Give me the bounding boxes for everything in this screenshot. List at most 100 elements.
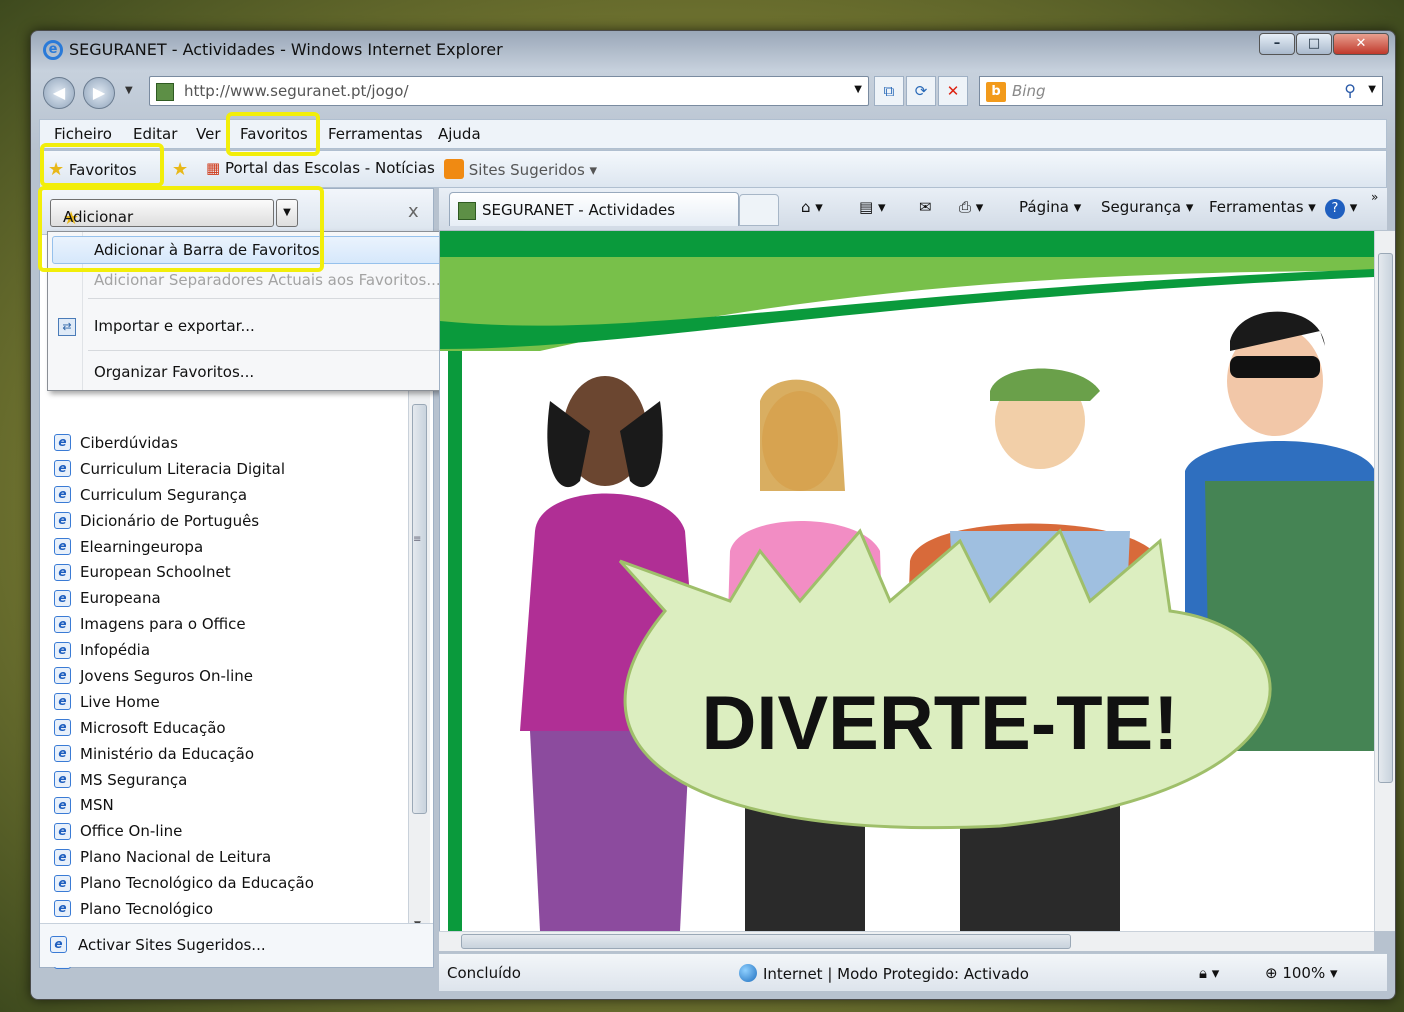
security-menu[interactable]: Segurança ▾ xyxy=(1101,198,1193,216)
favorite-item-label: MSN xyxy=(80,796,114,815)
favorites-bar: ★ Favoritos ★ ▦ Portal das Escolas - Not… xyxy=(39,150,1387,188)
suggested-sites-link[interactable]: Sites Sugeridos ▾ xyxy=(444,159,597,179)
menu-ajuda[interactable]: Ajuda xyxy=(438,125,481,143)
favorite-item[interactable]: e Imagens para o Office xyxy=(54,611,314,637)
favorite-item-label: Elearningeuropa xyxy=(80,537,204,556)
menu-bar: Ficheiro Editar Ver Favoritos Ferramenta… xyxy=(39,119,1387,149)
organize-favorites-item[interactable]: Organizar Favoritos... xyxy=(94,363,254,381)
portal-link[interactable]: ▦ Portal das Escolas - Notícias xyxy=(206,159,435,177)
ie-icon: e xyxy=(54,460,71,478)
favorite-item-label: Europeana xyxy=(80,589,161,608)
favorites-scrollbar[interactable]: ≡ ▼ xyxy=(408,384,430,934)
favorite-item-label: Dicionário de Português xyxy=(80,511,260,530)
page-menu[interactable]: Página ▾ xyxy=(1019,198,1081,216)
search-box[interactable]: b Bing ⚲ ▼ xyxy=(979,76,1383,106)
feeds-icon[interactable]: ▤ ▾ xyxy=(859,198,885,216)
favorites-list: e Ciberdúvidas e Curriculum Literacia Digit… xyxy=(54,430,314,974)
close-button[interactable]: ✕ xyxy=(1333,33,1389,55)
protected-mode-icon[interactable]: 🔒︎ ▾ xyxy=(1199,964,1219,982)
favorites-scroll-thumb[interactable] xyxy=(412,404,427,814)
ie-icon: e xyxy=(54,900,71,918)
favorite-item-label: Plano Tecnológico da Educação xyxy=(80,874,314,893)
favorite-item[interactable]: e Infopédia xyxy=(54,637,314,663)
page-scroll-thumb[interactable] xyxy=(1378,253,1393,783)
favorite-item[interactable]: e Curriculum Literacia Digital xyxy=(54,456,314,482)
favorite-item[interactable]: e Plano Tecnológico da Educação xyxy=(54,870,314,896)
favorite-item[interactable]: e MSN xyxy=(54,792,314,818)
page-horizontal-scrollbar[interactable] xyxy=(439,931,1374,951)
favorite-item[interactable]: e Plano Tecnológico xyxy=(54,896,314,922)
ie-logo-icon: e xyxy=(43,40,63,60)
search-icon[interactable]: ⚲ xyxy=(1344,81,1356,100)
favorite-item[interactable]: e Office On-line xyxy=(54,818,314,844)
chevron-more-icon[interactable]: » xyxy=(1371,190,1378,204)
url-text[interactable]: http://www.seguranet.pt/jogo/ xyxy=(184,82,409,100)
globe-icon xyxy=(739,964,757,982)
compatibility-view-icon[interactable]: ⧉ xyxy=(874,76,904,106)
ie-icon: e xyxy=(54,486,71,504)
tools-menu[interactable]: Ferramentas ▾ xyxy=(1209,198,1316,216)
menu-ferramentas[interactable]: Ferramentas xyxy=(328,125,423,143)
favorite-item[interactable]: e Europeana xyxy=(54,585,314,611)
add-to-favorites-dropdown[interactable]: ▼ xyxy=(276,199,298,227)
ie-icon: e xyxy=(54,693,71,711)
close-pane-button[interactable]: x xyxy=(408,201,419,222)
activate-suggested-sites-link[interactable]: Activar Sites Sugeridos... xyxy=(78,936,266,954)
favorites-button[interactable]: ★ Favoritos xyxy=(48,159,137,180)
ie-icon: e xyxy=(54,796,71,814)
favorite-item[interactable]: e Curriculum Segurança xyxy=(54,482,314,508)
menu-ficheiro[interactable]: Ficheiro xyxy=(54,125,112,143)
security-zone[interactable]: Internet | Modo Protegido: Activado xyxy=(739,964,1029,983)
back-button[interactable]: ◀ xyxy=(43,77,75,109)
favorite-item-label: Curriculum Literacia Digital xyxy=(80,459,286,478)
add-to-favorites-bar-icon[interactable]: ★ xyxy=(172,159,188,180)
mail-icon[interactable]: ✉ xyxy=(919,198,932,216)
menu-favoritos[interactable]: Favoritos xyxy=(240,125,308,143)
status-bar: Concluído Internet | Modo Protegido: Act… xyxy=(439,953,1387,991)
page-vertical-scrollbar[interactable] xyxy=(1374,231,1395,931)
maximize-button[interactable]: □ xyxy=(1296,33,1332,55)
favorite-item[interactable]: e MS Segurança xyxy=(54,767,314,793)
favorite-item[interactable]: e Dicionário de Português xyxy=(54,508,314,534)
status-text: Concluído xyxy=(447,964,521,982)
address-bar[interactable]: http://www.seguranet.pt/jogo/ ▼ xyxy=(149,76,869,106)
favorite-item[interactable]: e Live Home xyxy=(54,689,314,715)
add-to-favorites-button[interactable]: ★ Adicionar aos Favoritos... xyxy=(50,199,274,262)
refresh-icon[interactable]: ⟳ xyxy=(906,76,936,106)
search-dropdown-icon[interactable]: ▼ xyxy=(1368,84,1376,95)
favorite-item[interactable]: e European Schoolnet xyxy=(54,559,314,585)
navigation-bar: ◀ ▶ ▼ http://www.seguranet.pt/jogo/ ▼ ⧉ … xyxy=(31,71,1395,115)
portal-icon: ▦ xyxy=(206,159,221,177)
favorite-item[interactable]: e Jovens Seguros On-line xyxy=(54,663,314,689)
stop-icon[interactable]: ✕ xyxy=(938,76,968,106)
favorite-item[interactable]: e Plano Nacional de Leitura xyxy=(54,844,314,870)
favorite-item-label: Microsoft Educação xyxy=(80,718,226,737)
minimize-button[interactable]: – xyxy=(1259,33,1295,55)
home-icon[interactable]: ⌂ ▾ xyxy=(801,198,823,216)
favorite-item[interactable]: e Ministério da Educação xyxy=(54,741,314,767)
help-icon[interactable]: ? ▾ xyxy=(1325,198,1357,219)
favorite-item[interactable]: e Microsoft Educação xyxy=(54,715,314,741)
favorite-item-label: Office On-line xyxy=(80,822,183,841)
menu-editar[interactable]: Editar xyxy=(133,125,177,143)
tab-seguranet[interactable]: SEGURANET - Actividades xyxy=(449,192,739,226)
add-current-tabs-item: Adicionar Separadores Actuais aos Favori… xyxy=(94,271,441,289)
history-dropdown[interactable]: ▼ xyxy=(125,85,133,96)
address-dropdown-icon[interactable]: ▼ xyxy=(854,84,862,95)
import-export-item[interactable]: Importar e exportar... xyxy=(94,317,255,335)
ie-icon: e xyxy=(54,848,71,866)
favorite-item-label: European Schoolnet xyxy=(80,563,231,582)
menu-ver[interactable]: Ver xyxy=(196,125,221,143)
page-hscroll-thumb[interactable] xyxy=(461,934,1071,949)
window-title: SEGURANET - Actividades - Windows Intern… xyxy=(69,40,503,59)
ie-icon: e xyxy=(54,538,71,555)
favorite-item-label: Plano Tecnológico xyxy=(80,899,214,918)
favorite-item[interactable]: e Ciberdúvidas xyxy=(54,430,314,456)
forward-button[interactable]: ▶ xyxy=(83,77,115,109)
tab-bar: SEGURANET - Actividades ⌂ ▾ ▤ ▾ ✉ ⎙ ▾ Pá… xyxy=(439,188,1387,230)
print-icon[interactable]: ⎙ ▾ xyxy=(959,198,983,216)
new-tab-button[interactable] xyxy=(739,194,779,226)
favorite-item[interactable]: e Elearningeuropa xyxy=(54,534,314,560)
zoom-control[interactable]: ⊕ 100% ▾ xyxy=(1265,964,1338,982)
add-to-favorites-bar-item[interactable]: Adicionar à Barra de Favoritos xyxy=(94,241,320,259)
